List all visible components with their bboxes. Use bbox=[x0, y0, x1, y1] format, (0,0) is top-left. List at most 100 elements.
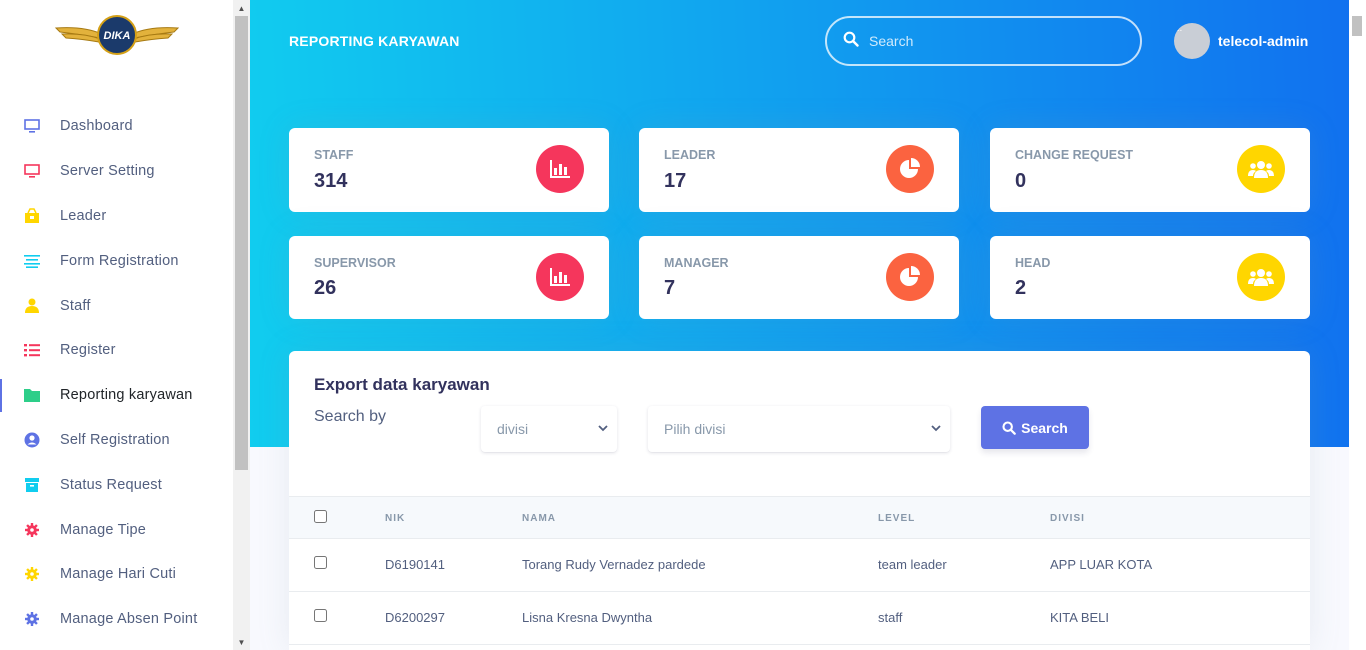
chart-bar-icon bbox=[536, 145, 584, 193]
stat-value: 2 bbox=[1015, 277, 1027, 299]
filter-type-value: divisi bbox=[497, 421, 529, 437]
cell-nama: Torang Rudy Vernadez pardede bbox=[522, 557, 706, 572]
stat-card-change-request: CHANGE REQUEST 0 bbox=[990, 128, 1310, 212]
sidebar-item-label: Register bbox=[60, 342, 116, 359]
row-checkbox[interactable] bbox=[314, 609, 327, 622]
stat-value: 0 bbox=[1015, 170, 1027, 192]
users-icon bbox=[1237, 145, 1285, 193]
logo-text: DIKA bbox=[104, 30, 131, 42]
sidebar-item-label: Server Setting bbox=[60, 163, 155, 180]
stat-label: LEADER bbox=[664, 148, 716, 162]
cell-divisi: APP LUAR KOTA bbox=[1050, 557, 1153, 572]
chart-bar-icon bbox=[536, 253, 584, 301]
table-row[interactable]: D6190141 Torang Rudy Vernadez pardede te… bbox=[289, 539, 1310, 592]
column-header-nama[interactable]: NAMA bbox=[522, 513, 556, 524]
sidebar-item-manage-absen-point[interactable]: Manage Absen Point bbox=[0, 597, 233, 642]
page-scrollbar-thumb[interactable] bbox=[1352, 16, 1362, 36]
sidebar-scrollbar-thumb[interactable] bbox=[235, 16, 248, 470]
list-icon bbox=[24, 342, 40, 358]
scroll-down-arrow-icon[interactable]: ▼ bbox=[233, 634, 250, 650]
folder-icon bbox=[24, 387, 40, 403]
cell-level: team leader bbox=[878, 557, 947, 572]
archive-icon bbox=[24, 477, 40, 493]
align-left-icon bbox=[24, 253, 40, 269]
monitor-icon bbox=[24, 118, 40, 134]
sidebar-item-staff[interactable]: Staff bbox=[0, 283, 233, 328]
scroll-up-arrow-icon[interactable]: ▲ bbox=[233, 0, 250, 16]
select-all-checkbox[interactable] bbox=[314, 510, 327, 523]
stat-card-staff: STAFF 314 bbox=[289, 128, 609, 212]
sidebar-item-label: Reporting karyawan bbox=[60, 387, 193, 404]
sidebar-item-manage-tipe[interactable]: Manage Tipe bbox=[0, 507, 233, 552]
sidebar-item-self-registration[interactable]: Self Registration bbox=[0, 418, 233, 463]
gear-icon bbox=[24, 522, 40, 538]
stat-card-supervisor: SUPERVISOR 26 bbox=[289, 236, 609, 319]
sidebar-item-server-setting[interactable]: Server Setting bbox=[0, 149, 233, 194]
stat-value: 26 bbox=[314, 277, 337, 299]
user-icon bbox=[24, 298, 40, 314]
sidebar-item-status-request[interactable]: Status Request bbox=[0, 462, 233, 507]
chart-pie-icon bbox=[886, 145, 934, 193]
search-button-label: Search bbox=[1021, 419, 1068, 436]
stat-label: MANAGER bbox=[664, 256, 729, 270]
filter-type-select[interactable]: divisi bbox=[481, 406, 617, 452]
search-by-label: Search by bbox=[314, 408, 387, 425]
sidebar-item-form-registration[interactable]: Form Registration bbox=[0, 238, 233, 283]
table-header: NIK NAMA LEVEL DIVISI bbox=[289, 496, 1310, 539]
search-input[interactable] bbox=[869, 33, 1109, 49]
stat-card-head: HEAD 2 bbox=[990, 236, 1310, 319]
cell-nama: Lisna Kresna Dwyntha bbox=[522, 610, 653, 625]
filter-value-placeholder: Pilih divisi bbox=[664, 421, 726, 437]
sidebar-item-reporting-karyawan[interactable]: Reporting karyawan bbox=[0, 373, 233, 418]
chevron-down-icon bbox=[930, 421, 942, 437]
panel-title: Export data karyawan bbox=[314, 375, 490, 394]
sidebar-item-label: Status Request bbox=[60, 476, 162, 493]
sidebar-item-label: Form Registration bbox=[60, 252, 179, 269]
stat-value: 314 bbox=[314, 170, 348, 192]
cell-nik: D6200297 bbox=[385, 610, 445, 625]
sidebar-item-dashboard[interactable]: Dashboard bbox=[0, 104, 233, 149]
export-panel: Export data karyawan Search by divisi Pi… bbox=[289, 351, 1310, 650]
stat-label: HEAD bbox=[1015, 256, 1051, 270]
stat-card-leader: LEADER 17 bbox=[639, 128, 959, 212]
user-menu[interactable]: ... telecol-admin bbox=[1174, 23, 1308, 59]
sidebar-item-register[interactable]: Register bbox=[0, 328, 233, 373]
avatar[interactable]: ... bbox=[1174, 23, 1210, 59]
leader-icon bbox=[24, 208, 40, 224]
column-header-divisi[interactable]: DIVISI bbox=[1050, 513, 1085, 524]
avatar-alt-text: ... bbox=[1174, 23, 1183, 34]
column-header-level[interactable]: LEVEL bbox=[878, 513, 915, 524]
stat-label: CHANGE REQUEST bbox=[1015, 148, 1134, 162]
page-scrollbar[interactable] bbox=[1349, 0, 1366, 650]
search-box[interactable] bbox=[825, 16, 1142, 66]
main-content: REPORTING KARYAWAN ... telecol-admin STA… bbox=[250, 0, 1349, 650]
user-circle-icon bbox=[24, 432, 40, 448]
sidebar: DIKA Dashboard Server Setting Leader For… bbox=[0, 0, 233, 650]
sidebar-item-label: Manage Tipe bbox=[60, 521, 147, 538]
filter-value-select[interactable]: Pilih divisi bbox=[648, 406, 950, 452]
table-row[interactable]: D6200297 Lisna Kresna Dwyntha staff KITA… bbox=[289, 592, 1310, 645]
sidebar-nav: Dashboard Server Setting Leader Form Reg… bbox=[0, 104, 233, 642]
sidebar-item-label: Self Registration bbox=[60, 431, 170, 448]
dika-logo[interactable]: DIKA bbox=[54, 14, 180, 58]
chart-pie-icon bbox=[886, 253, 934, 301]
row-checkbox[interactable] bbox=[314, 556, 327, 569]
stat-label: SUPERVISOR bbox=[314, 256, 396, 270]
page-title: REPORTING KARYAWAN bbox=[289, 33, 460, 49]
cell-nik: D6190141 bbox=[385, 557, 445, 572]
sidebar-item-label: Manage Absen Point bbox=[60, 611, 198, 628]
sidebar-item-leader[interactable]: Leader bbox=[0, 194, 233, 239]
search-icon bbox=[843, 31, 859, 52]
users-icon bbox=[1237, 253, 1285, 301]
search-button[interactable]: Search bbox=[981, 406, 1089, 449]
column-header-nik[interactable]: NIK bbox=[385, 513, 405, 524]
sidebar-item-label: Staff bbox=[60, 297, 91, 314]
stat-value: 17 bbox=[664, 170, 687, 192]
cell-level: staff bbox=[878, 610, 903, 625]
sidebar-item-label: Dashboard bbox=[60, 118, 133, 135]
user-name: telecol-admin bbox=[1218, 33, 1309, 49]
sidebar-item-label: Manage Hari Cuti bbox=[60, 566, 177, 583]
search-icon bbox=[1002, 420, 1016, 435]
gear-icon bbox=[24, 611, 40, 627]
sidebar-item-manage-hari-cuti[interactable]: Manage Hari Cuti bbox=[0, 552, 233, 597]
